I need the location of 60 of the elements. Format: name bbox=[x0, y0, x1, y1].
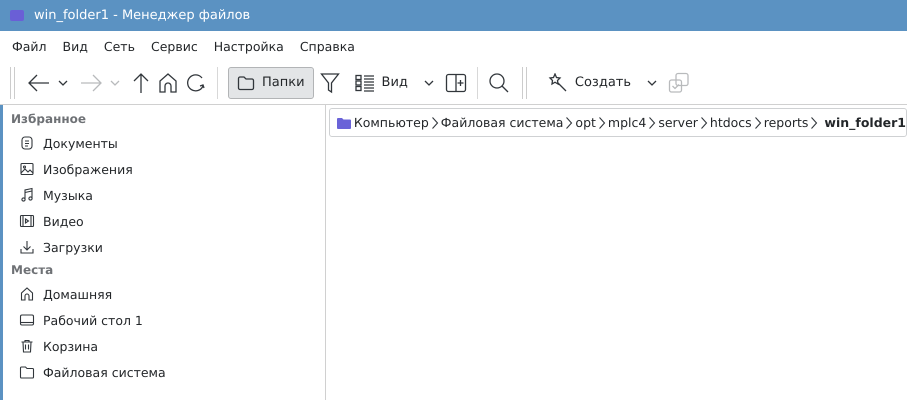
create-button[interactable]: Создать bbox=[538, 66, 640, 98]
film-icon bbox=[19, 213, 35, 229]
view-button[interactable]: Вид bbox=[346, 66, 417, 98]
caret-icon[interactable] bbox=[646, 78, 658, 86]
chevron-icon bbox=[430, 116, 439, 130]
folder-icon bbox=[237, 74, 255, 90]
sidebar-item[interactable]: Изображения bbox=[3, 156, 325, 182]
download-icon bbox=[19, 239, 35, 255]
menu-item[interactable]: Справка bbox=[292, 38, 363, 54]
sidebar-item[interactable]: Музыка bbox=[3, 182, 325, 208]
breadcrumb-item[interactable]: server bbox=[658, 115, 698, 130]
back-arrow-icon[interactable] bbox=[27, 72, 51, 92]
menu-item[interactable]: Вид bbox=[54, 38, 96, 54]
menu-item[interactable]: Сервис bbox=[142, 38, 206, 54]
menu-item[interactable]: Файл bbox=[4, 38, 55, 54]
magic-wand-icon bbox=[548, 72, 568, 92]
chevron-icon bbox=[754, 116, 762, 130]
sidebar-item[interactable]: Домашняя bbox=[3, 281, 325, 307]
up-arrow-icon[interactable] bbox=[131, 72, 151, 94]
breadcrumb-item[interactable]: Файловая система bbox=[440, 115, 564, 130]
sidebar-item[interactable]: Документы bbox=[3, 130, 325, 156]
desktop-icon bbox=[19, 312, 35, 328]
breadcrumb-item[interactable]: opt bbox=[575, 115, 596, 130]
menu-item[interactable]: Сеть bbox=[96, 38, 143, 54]
sidebar-item[interactable]: Рабочий стол 1 bbox=[3, 307, 325, 333]
home-icon[interactable] bbox=[157, 72, 179, 94]
document-icon bbox=[19, 135, 35, 151]
trash-icon bbox=[19, 338, 35, 354]
image-icon bbox=[19, 161, 35, 177]
split-view-icon[interactable] bbox=[444, 72, 467, 92]
chevron-icon bbox=[648, 116, 656, 130]
section-heading: Места bbox=[10, 262, 54, 279]
breadcrumb-item[interactable]: Компьютер bbox=[354, 115, 429, 130]
caret-icon[interactable] bbox=[422, 78, 435, 86]
filter-icon[interactable] bbox=[320, 72, 340, 94]
music-note-icon bbox=[19, 187, 35, 203]
chevron-icon bbox=[598, 116, 606, 130]
sidebar-item[interactable]: Корзина bbox=[3, 333, 325, 359]
sidebar-item[interactable]: Загрузки bbox=[3, 234, 325, 260]
folder-icon bbox=[19, 364, 35, 380]
chevron-icon bbox=[810, 116, 818, 130]
chevron-icon bbox=[700, 116, 708, 130]
home-icon bbox=[19, 286, 35, 302]
menu-item[interactable]: Настройка bbox=[206, 38, 292, 54]
window-title: win_folder1 - Менеджер файлов bbox=[34, 8, 250, 23]
sidebar-item[interactable]: Видео bbox=[3, 208, 325, 234]
breadcrumb-item[interactable]: mplc4 bbox=[608, 115, 646, 130]
chevron-icon bbox=[565, 116, 574, 130]
breadcrumb-item[interactable]: win_folder1 bbox=[824, 115, 906, 130]
folder-icon bbox=[336, 116, 351, 128]
section-heading: Избранное bbox=[10, 111, 88, 128]
breadcrumb-item[interactable]: htdocs bbox=[710, 115, 752, 130]
search-icon[interactable] bbox=[488, 72, 510, 94]
caret-icon[interactable] bbox=[57, 78, 69, 86]
reload-icon[interactable] bbox=[185, 72, 207, 94]
sidebar-item[interactable]: Файловая система bbox=[3, 359, 325, 385]
breadcrumb-item[interactable]: reports bbox=[764, 115, 808, 130]
details-view-icon bbox=[354, 74, 375, 92]
folders-button[interactable]: Папки bbox=[228, 66, 314, 98]
app-icon bbox=[10, 10, 24, 21]
